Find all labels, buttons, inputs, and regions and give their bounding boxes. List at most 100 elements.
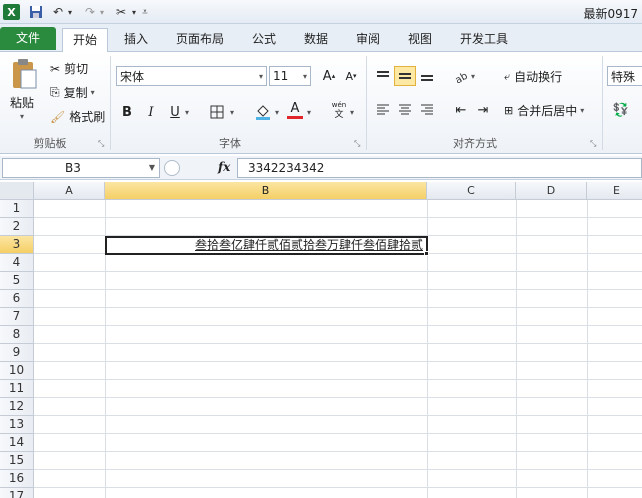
row-header-16[interactable]: 16 xyxy=(0,470,34,488)
column-header-d[interactable]: D xyxy=(516,182,587,200)
row-header-13[interactable]: 13 xyxy=(0,416,34,434)
orientation-dropdown-icon[interactable]: ▾ xyxy=(471,72,475,81)
ribbon: 粘贴 ▾ ✂ 剪切 ⎘ 复制 ▾ 🖌 格式刷 剪贴板 ⤡ 宋体 ▾ 11 ▾ A… xyxy=(0,52,642,154)
formula-bar-expand-handle[interactable] xyxy=(164,160,180,176)
redo-icon[interactable]: ↷ xyxy=(82,3,98,21)
number-format-select[interactable]: 特殊 xyxy=(607,66,642,86)
clipboard-launcher-icon[interactable]: ⤡ xyxy=(98,139,104,149)
paste-icon[interactable] xyxy=(8,56,40,92)
tab-insert[interactable]: 插入 xyxy=(114,28,158,52)
copy-dropdown-icon[interactable]: ▾ xyxy=(91,88,95,97)
customize-qat-icon[interactable]: ⩡ xyxy=(140,3,150,21)
tools-icon[interactable]: ✂ xyxy=(112,3,130,21)
tab-formulas[interactable]: 公式 xyxy=(242,28,286,52)
cut-button[interactable]: ✂ 剪切 xyxy=(50,60,88,77)
row-header-10[interactable]: 10 xyxy=(0,362,34,380)
font-color-dropdown-icon[interactable]: ▾ xyxy=(307,108,311,117)
row-header-15[interactable]: 15 xyxy=(0,452,34,470)
merge-center-icon: ⊞ xyxy=(504,104,514,117)
phonetic-icon[interactable]: wén 文 xyxy=(328,100,350,120)
row-header-2[interactable]: 2 xyxy=(0,218,34,236)
row-header-9[interactable]: 9 xyxy=(0,344,34,362)
formula-input[interactable]: 3342234342 xyxy=(237,158,642,178)
tab-review[interactable]: 审阅 xyxy=(346,28,390,52)
align-middle-icon[interactable] xyxy=(394,66,416,86)
font-name-select[interactable]: 宋体 ▾ xyxy=(116,66,267,86)
gridline xyxy=(34,343,642,344)
phonetic-dropdown-icon[interactable]: ▾ xyxy=(350,108,354,117)
row-header-7[interactable]: 7 xyxy=(0,308,34,326)
row-header-4[interactable]: 4 xyxy=(0,254,34,272)
format-painter-button[interactable]: 🖌 格式刷 xyxy=(50,108,105,125)
row-header-3[interactable]: 3 xyxy=(0,236,34,254)
grow-font-icon[interactable]: A ▴ xyxy=(318,66,340,86)
align-bottom-icon[interactable] xyxy=(416,66,438,86)
font-group-label: 字体 xyxy=(219,137,241,150)
paste-dropdown-icon[interactable]: ▾ xyxy=(20,112,24,121)
font-size-select[interactable]: 11 ▾ xyxy=(269,66,311,86)
name-box[interactable]: B3 ▼ xyxy=(2,158,160,178)
fill-color-dropdown-icon[interactable]: ▾ xyxy=(275,108,279,117)
gridline xyxy=(34,289,642,290)
row-header-11[interactable]: 11 xyxy=(0,380,34,398)
gridline xyxy=(34,217,642,218)
fill-color-icon[interactable] xyxy=(252,102,274,122)
border-dropdown-icon[interactable]: ▾ xyxy=(230,108,234,117)
align-center-icon[interactable] xyxy=(394,100,416,120)
paste-button[interactable]: 粘贴 xyxy=(10,94,34,111)
merge-center-button[interactable]: ⊞ 合并后居中 ▾ xyxy=(504,102,584,119)
row-header-17[interactable]: 17 xyxy=(0,488,34,498)
save-icon[interactable] xyxy=(28,3,44,21)
align-right-icon[interactable] xyxy=(416,100,438,120)
gridline xyxy=(34,307,642,308)
row-header-6[interactable]: 6 xyxy=(0,290,34,308)
active-cell-b3[interactable]: 叁拾叁亿肆仟贰佰贰拾叁万肆仟叁佰肆拾贰 xyxy=(105,236,428,255)
tab-view[interactable]: 视图 xyxy=(398,28,442,52)
tab-page-layout[interactable]: 页面布局 xyxy=(166,28,234,52)
copy-button[interactable]: ⎘ 复制 ▾ xyxy=(50,84,95,101)
font-launcher-icon[interactable]: ⤡ xyxy=(354,139,360,149)
alignment-launcher-icon[interactable]: ⤡ xyxy=(590,139,596,149)
bold-button[interactable]: B xyxy=(116,102,138,122)
column-header-b[interactable]: B xyxy=(105,182,427,200)
tab-file[interactable]: 文件 xyxy=(0,27,56,50)
underline-button[interactable]: U xyxy=(164,102,186,122)
gridline xyxy=(34,397,642,398)
orientation-icon[interactable]: ab xyxy=(450,66,472,86)
column-header-e[interactable]: E xyxy=(587,182,642,200)
align-top-icon[interactable] xyxy=(372,66,394,86)
merge-center-dropdown-icon[interactable]: ▾ xyxy=(580,106,584,115)
column-header-c[interactable]: C xyxy=(427,182,516,200)
tab-developer[interactable]: 开发工具 xyxy=(450,28,518,52)
select-all-button[interactable] xyxy=(0,182,34,200)
font-size-value: 11 xyxy=(273,69,289,83)
cut-icon: ✂ xyxy=(50,61,61,76)
decrease-indent-icon[interactable]: ⇤ xyxy=(450,100,472,120)
wrap-text-button[interactable]: ⤶ 自动换行 xyxy=(504,68,562,85)
fill-handle[interactable] xyxy=(424,251,429,256)
insert-function-icon[interactable]: fx xyxy=(218,160,230,174)
font-color-icon[interactable]: A xyxy=(284,100,306,120)
worksheet-grid[interactable]: A B C D E 1 2 3 4 5 6 7 8 9 10 11 12 13 14 15 16 17 叁拾叁亿… xyxy=(0,182,642,498)
row-header-1[interactable]: 1 xyxy=(0,200,34,218)
undo-icon[interactable]: ↶ xyxy=(50,3,66,21)
italic-button[interactable]: I xyxy=(140,102,162,122)
row-header-5[interactable]: 5 xyxy=(0,272,34,290)
tab-data[interactable]: 数据 xyxy=(294,28,338,52)
undo-dropdown-icon[interactable]: ▾ xyxy=(66,3,74,21)
increase-indent-icon[interactable]: ⇥ xyxy=(472,100,494,120)
row-header-14[interactable]: 14 xyxy=(0,434,34,452)
underline-dropdown-icon[interactable]: ▾ xyxy=(185,108,189,117)
column-header-a[interactable]: A xyxy=(34,182,105,200)
row-header-12[interactable]: 12 xyxy=(0,398,34,416)
currency-icon[interactable]: 💱 xyxy=(610,100,632,120)
redo-dropdown-icon[interactable]: ▾ xyxy=(98,3,106,21)
tools-dropdown-icon[interactable]: ▾ xyxy=(130,3,138,21)
border-icon[interactable] xyxy=(206,102,228,122)
align-left-icon[interactable] xyxy=(372,100,394,120)
tab-home[interactable]: 开始 xyxy=(62,28,109,53)
gridline xyxy=(516,200,517,498)
shrink-font-icon[interactable]: A ▾ xyxy=(340,66,362,86)
row-header-8[interactable]: 8 xyxy=(0,326,34,344)
formula-bar: B3 ▼ fx 3342234342 xyxy=(0,156,642,180)
